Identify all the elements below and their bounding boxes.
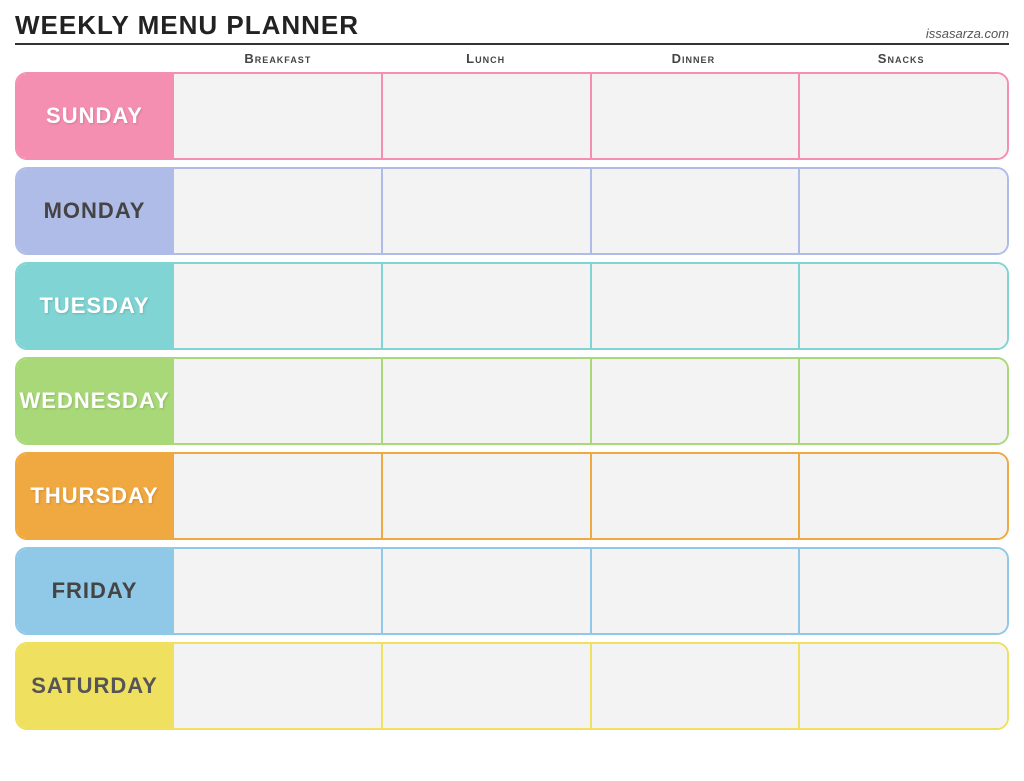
page-title: Weekly Menu Planner <box>15 10 359 41</box>
meal-cell-thursday-lunch[interactable] <box>381 454 590 538</box>
col-header-dinner: Dinner <box>590 51 798 66</box>
day-label-thursday: Thursday <box>17 454 172 538</box>
day-row-tuesday: Tuesday <box>15 262 1009 350</box>
meal-cell-friday-breakfast[interactable] <box>172 549 381 633</box>
meal-cell-saturday-lunch[interactable] <box>381 644 590 728</box>
day-row-sunday: Sunday <box>15 72 1009 160</box>
col-header-breakfast: Breakfast <box>174 51 382 66</box>
meal-cell-tuesday-dinner[interactable] <box>590 264 799 348</box>
meal-cell-tuesday-snacks[interactable] <box>798 264 1007 348</box>
day-label-saturday: Saturday <box>17 644 172 728</box>
meal-cell-monday-snacks[interactable] <box>798 169 1007 253</box>
meal-cell-sunday-lunch[interactable] <box>381 74 590 158</box>
day-row-thursday: Thursday <box>15 452 1009 540</box>
meal-cell-wednesday-snacks[interactable] <box>798 359 1007 443</box>
meal-cell-sunday-snacks[interactable] <box>798 74 1007 158</box>
meal-cell-wednesday-dinner[interactable] <box>590 359 799 443</box>
column-headers: Breakfast Lunch Dinner Snacks <box>15 51 1009 66</box>
meal-cell-friday-dinner[interactable] <box>590 549 799 633</box>
col-header-snacks: Snacks <box>797 51 1005 66</box>
day-label-monday: Monday <box>17 169 172 253</box>
days-container: Sunday Monday Tuesday Wednesday Thursday Frid… <box>15 72 1009 730</box>
day-label-text-friday: Friday <box>52 578 138 604</box>
day-label-sunday: Sunday <box>17 74 172 158</box>
header-row: Weekly Menu Planner issasarza.com <box>15 10 1009 45</box>
day-label-text-sunday: Sunday <box>46 103 143 129</box>
day-label-text-monday: Monday <box>44 198 146 224</box>
col-header-empty <box>19 51 174 66</box>
meal-cell-thursday-dinner[interactable] <box>590 454 799 538</box>
meal-cell-sunday-dinner[interactable] <box>590 74 799 158</box>
day-label-friday: Friday <box>17 549 172 633</box>
day-row-friday: Friday <box>15 547 1009 635</box>
day-row-wednesday: Wednesday <box>15 357 1009 445</box>
day-label-text-tuesday: Tuesday <box>39 293 149 319</box>
website-label: issasarza.com <box>926 26 1009 41</box>
meal-cell-saturday-dinner[interactable] <box>590 644 799 728</box>
meal-cell-thursday-snacks[interactable] <box>798 454 1007 538</box>
meal-cell-friday-lunch[interactable] <box>381 549 590 633</box>
meal-cell-thursday-breakfast[interactable] <box>172 454 381 538</box>
meal-cell-tuesday-lunch[interactable] <box>381 264 590 348</box>
meal-cell-tuesday-breakfast[interactable] <box>172 264 381 348</box>
day-label-text-wednesday: Wednesday <box>20 388 170 414</box>
day-label-text-saturday: Saturday <box>31 673 158 699</box>
page-container: Weekly Menu Planner issasarza.com Breakf… <box>15 10 1009 771</box>
meal-cell-wednesday-lunch[interactable] <box>381 359 590 443</box>
day-label-wednesday: Wednesday <box>17 359 172 443</box>
day-label-text-thursday: Thursday <box>30 483 158 509</box>
meal-cell-saturday-snacks[interactable] <box>798 644 1007 728</box>
col-header-lunch: Lunch <box>382 51 590 66</box>
meal-cell-wednesday-breakfast[interactable] <box>172 359 381 443</box>
meal-cell-monday-breakfast[interactable] <box>172 169 381 253</box>
day-row-saturday: Saturday <box>15 642 1009 730</box>
meal-cell-monday-lunch[interactable] <box>381 169 590 253</box>
meal-cell-friday-snacks[interactable] <box>798 549 1007 633</box>
meal-cell-saturday-breakfast[interactable] <box>172 644 381 728</box>
day-label-tuesday: Tuesday <box>17 264 172 348</box>
day-row-monday: Monday <box>15 167 1009 255</box>
meal-cell-sunday-breakfast[interactable] <box>172 74 381 158</box>
meal-cell-monday-dinner[interactable] <box>590 169 799 253</box>
